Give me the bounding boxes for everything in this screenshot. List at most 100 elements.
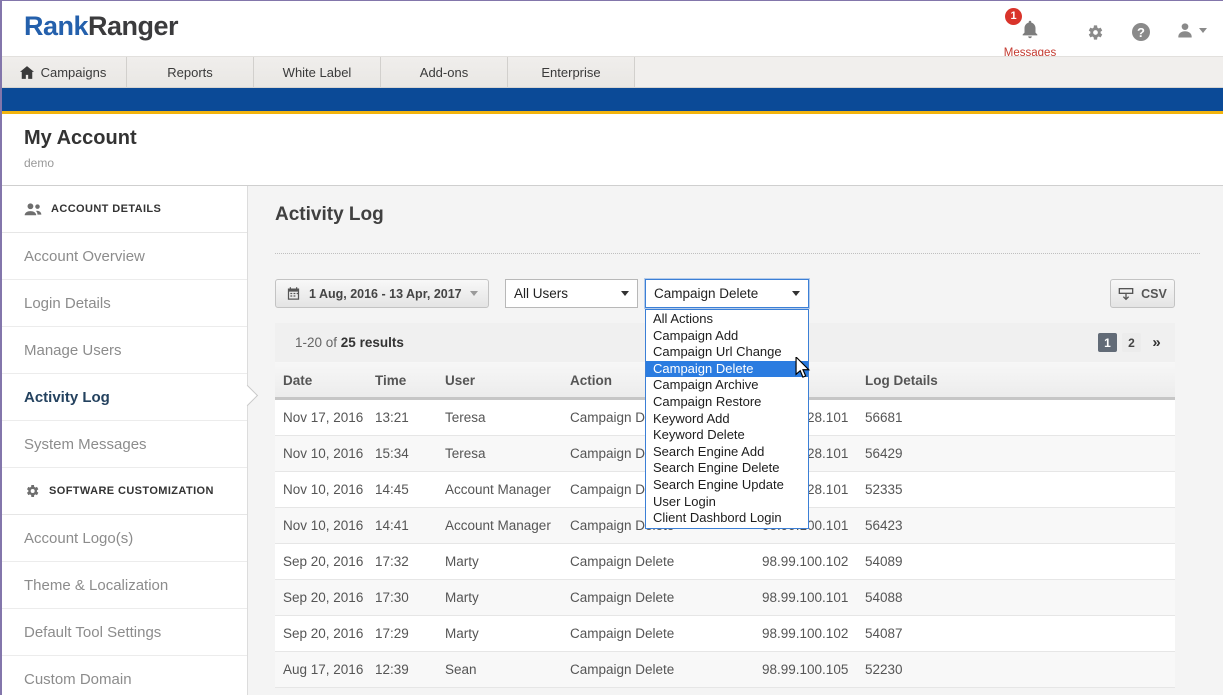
cell-user: Teresa [445, 436, 486, 472]
dropdown-option[interactable]: Search Engine Delete [646, 460, 808, 477]
action-filter-select[interactable]: Campaign Delete [645, 279, 809, 308]
cell-time: 14:45 [375, 472, 409, 508]
cell-action: Campaign Delete [570, 580, 674, 616]
cell-user: Marty [445, 580, 479, 616]
dropdown-option[interactable]: All Actions [646, 311, 808, 328]
help-icon: ? [1132, 23, 1150, 41]
cell-date: Sep 20, 2016 [283, 616, 363, 652]
sidebar-item[interactable]: Account Logo(s) [2, 515, 247, 562]
cell-date: Sep 20, 2016 [283, 580, 363, 616]
cell-time: 13:21 [375, 400, 409, 436]
cell-action: Campaign Delete [570, 652, 674, 688]
messages-button[interactable]: 1 Messages [999, 6, 1061, 59]
table-row: Sep 20, 2016 17:30 Marty Campaign Delete… [275, 580, 1175, 616]
gear-icon [1086, 23, 1105, 42]
sidebar-section-account-details: ACCOUNT DETAILS [2, 186, 247, 233]
column-header: Action [570, 362, 612, 400]
user-icon [1175, 20, 1195, 40]
cell-date: Nov 10, 2016 [283, 436, 363, 472]
account-name: demo [24, 156, 54, 170]
export-csv-button[interactable]: CSV [1110, 279, 1175, 308]
cell-user: Marty [445, 616, 479, 652]
cell-log-details: 54089 [865, 544, 903, 580]
cell-date: Aug 17, 2016 [283, 652, 363, 688]
sidebar-item[interactable]: System Messages [2, 421, 247, 468]
home-icon [20, 66, 34, 79]
cell-time: 17:30 [375, 580, 409, 616]
dropdown-option[interactable]: Campaign Delete [646, 361, 808, 378]
chevron-down-icon [1199, 28, 1207, 33]
calendar-icon [286, 286, 301, 301]
nav-tab-enterprise[interactable]: Enterprise [508, 57, 635, 87]
page-button-1[interactable]: 1 [1098, 333, 1117, 352]
cell-time: 14:41 [375, 508, 409, 544]
main-nav: Campaigns Reports White Label Add-ons En… [0, 56, 1223, 88]
sidebar-item[interactable]: Activity Log [2, 374, 247, 421]
cell-date: Nov 10, 2016 [283, 508, 363, 544]
dropdown-option[interactable]: Campaign Add [646, 328, 808, 345]
cell-ip: 98.99.100.105 [762, 652, 848, 688]
dropdown-option[interactable]: Campaign Restore [646, 394, 808, 411]
user-filter-select[interactable]: All Users [505, 279, 638, 308]
sidebar-item[interactable]: Default Tool Settings [2, 609, 247, 656]
date-range-picker[interactable]: 1 Aug, 2016 - 13 Apr, 2017 [275, 279, 489, 308]
cell-ip: 98.99.100.102 [762, 544, 848, 580]
page-button-2[interactable]: 2 [1122, 333, 1141, 352]
nav-tab-addons[interactable]: Add-ons [381, 57, 508, 87]
cell-action: Campaign Delete [570, 616, 674, 652]
cell-time: 17:32 [375, 544, 409, 580]
pagination: 1 2 » [1098, 333, 1165, 352]
cell-date: Sep 20, 2016 [283, 544, 363, 580]
action-filter-dropdown: All Actions Campaign Add Campaign Url Ch… [645, 309, 809, 529]
help-button[interactable]: ? [1129, 20, 1153, 44]
cell-log-details: 56681 [865, 400, 903, 436]
dropdown-option[interactable]: Keyword Delete [646, 427, 808, 444]
column-header: Log Details [865, 362, 938, 400]
sidebar-item[interactable]: Account Overview [2, 233, 247, 280]
dropdown-option[interactable]: User Login [646, 494, 808, 511]
cell-ip: 98.99.100.101 [762, 580, 848, 616]
cell-user: Account Manager [445, 508, 551, 544]
cell-date: Nov 10, 2016 [283, 472, 363, 508]
account-sidebar: ACCOUNT DETAILS Account Overview Login D… [2, 186, 248, 695]
blue-band [0, 88, 1223, 111]
column-header: Time [375, 362, 406, 400]
cell-log-details: 52335 [865, 472, 903, 508]
nav-tab-reports[interactable]: Reports [127, 57, 254, 87]
next-page-button[interactable]: » [1146, 333, 1165, 352]
user-menu-button[interactable] [1175, 20, 1207, 40]
sidebar-item[interactable]: Login Details [2, 280, 247, 327]
sidebar-item[interactable]: Manage Users [2, 327, 247, 374]
rankranger-logo[interactable]: RankRanger [24, 11, 178, 42]
window-edge [0, 0, 1223, 1]
column-header: Date [283, 362, 312, 400]
page-header: My Account demo [0, 114, 1223, 186]
nav-tab-campaigns[interactable]: Campaigns [0, 57, 127, 87]
table-row: Sep 20, 2016 17:29 Marty Campaign Delete… [275, 616, 1175, 652]
messages-count-badge: 1 [1005, 8, 1022, 25]
cell-time: 12:39 [375, 652, 409, 688]
dropdown-option[interactable]: Search Engine Update [646, 477, 808, 494]
divider [275, 253, 1200, 254]
bell-icon [1019, 18, 1041, 40]
dropdown-option[interactable]: Campaign Archive [646, 377, 808, 394]
results-count: 1-20 of 25 results [295, 335, 404, 350]
window-edge [0, 0, 2, 695]
cell-action: Campaign Delete [570, 544, 674, 580]
mouse-cursor [794, 357, 812, 379]
dropdown-option[interactable]: Client Dashbord Login [646, 510, 808, 527]
dropdown-option[interactable]: Search Engine Add [646, 444, 808, 461]
cell-date: Nov 17, 2016 [283, 400, 363, 436]
dropdown-option[interactable]: Campaign Url Change [646, 344, 808, 361]
dropdown-option[interactable]: Keyword Add [646, 411, 808, 428]
date-range-value: 1 Aug, 2016 - 13 Apr, 2017 [309, 287, 462, 301]
cell-ip: 98.99.100.102 [762, 616, 848, 652]
settings-button[interactable] [1083, 20, 1107, 44]
cell-log-details: 56423 [865, 508, 903, 544]
sidebar-item[interactable]: Custom Domain [2, 656, 247, 695]
cell-log-details: 54087 [865, 616, 903, 652]
sidebar-item[interactable]: Theme & Localization [2, 562, 247, 609]
column-header: User [445, 362, 475, 400]
nav-tab-white-label[interactable]: White Label [254, 57, 381, 87]
section-heading: Activity Log [275, 204, 384, 226]
